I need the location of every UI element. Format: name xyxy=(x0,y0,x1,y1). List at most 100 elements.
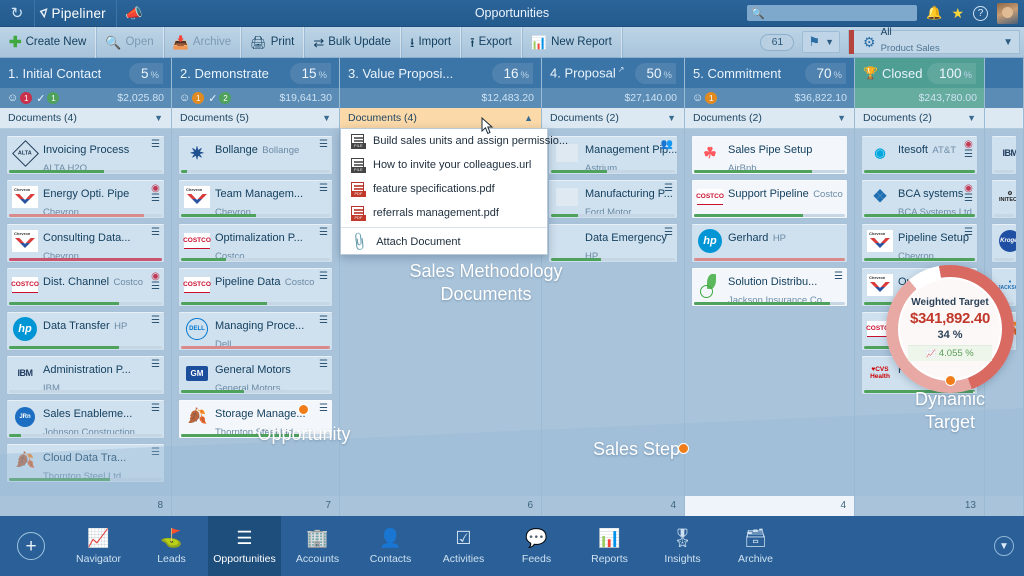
megaphone-icon[interactable]: 📣 xyxy=(117,5,151,22)
export-button[interactable]: ⭱ Export xyxy=(461,26,522,58)
gear-icon[interactable]: ⚙ xyxy=(863,34,876,51)
document-menu-item[interactable]: PDF referrals management.pdf xyxy=(341,201,547,225)
nav-item-contacts[interactable]: 👤 Contacts xyxy=(354,516,427,576)
menu-divider xyxy=(341,227,547,228)
bulk-update-button[interactable]: ⇄ Bulk Update xyxy=(304,26,401,58)
card-title: Itesoft xyxy=(898,144,928,156)
column-title: Closed xyxy=(881,65,923,81)
refresh-icon[interactable]: ↻ xyxy=(0,4,34,22)
opportunity-card[interactable]: ✷ Bollange Bollange ☰ xyxy=(178,135,333,175)
opportunity-card[interactable]: ◉ Itesoft AT&T ◉ ☰ xyxy=(861,135,978,175)
opportunity-card[interactable]: ☘ Sales Pipe Setup AirBnb xyxy=(691,135,848,175)
logo-costco: COSTCO xyxy=(696,189,724,205)
add-button[interactable]: + xyxy=(0,532,62,560)
documents-bar[interactable]: Documents (2) ▼ xyxy=(855,108,984,129)
chevron-down-icon[interactable]: ▼ xyxy=(993,37,1013,48)
column-header[interactable]: 🏆 Closed 100 % xyxy=(855,58,984,88)
import-button[interactable]: ⭳ Import xyxy=(401,26,462,58)
card-progress-fill xyxy=(9,478,110,481)
open-button[interactable]: 🔍 Open xyxy=(96,26,164,58)
documents-bar[interactable]: Documents (4) ▼ xyxy=(0,108,171,129)
nav-item-accounts[interactable]: 🏢 Accounts xyxy=(281,516,354,576)
card-text: Gerhard HP xyxy=(728,227,843,246)
documents-bar[interactable]: Documents (2) ▼ xyxy=(542,108,684,129)
opportunity-card[interactable]: Manufacturing P... Ford Motor ☰ xyxy=(548,179,678,219)
opportunity-card[interactable]: Data Emergency HP ☰ xyxy=(548,223,678,263)
opportunity-card[interactable]: JRn Sales Enableme... Johnson Constructi… xyxy=(6,399,165,439)
documents-bar[interactable] xyxy=(985,108,1023,129)
opportunity-card[interactable]: DELL Managing Proce... Dell ☰ xyxy=(178,311,333,351)
opportunity-card[interactable]: Chevron Consulting Data... Chevron ☰ xyxy=(6,223,165,263)
archive-button[interactable]: 📥 Archive xyxy=(164,26,242,58)
opportunity-card[interactable]: hp Gerhard HP xyxy=(691,223,848,263)
attach-document-label: Attach Document xyxy=(376,236,461,248)
documents-bar[interactable]: Documents (4) ▲ xyxy=(340,108,541,129)
logo-ford xyxy=(556,188,578,206)
document-menu-item[interactable]: FILE Build sales units and assign permis… xyxy=(341,129,568,153)
search-input[interactable] xyxy=(768,7,914,19)
documents-label: Documents (5) xyxy=(180,112,249,124)
nav-item-insights[interactable]: 🎖 Insights xyxy=(646,516,719,576)
help-icon[interactable]: ? xyxy=(973,5,988,21)
create-new-button[interactable]: ✚ Create New xyxy=(0,26,97,58)
feeds-icon: 💬 xyxy=(525,528,548,548)
card-title: General Motors xyxy=(215,364,291,376)
filter-selector[interactable]: ⚙ All Product Sales ▼ xyxy=(848,28,1020,54)
nav-item-activities[interactable]: ☑ Activities xyxy=(427,516,500,576)
filter-color-bar xyxy=(849,30,854,54)
nav-item-archive[interactable]: 🗃 Archive xyxy=(719,516,792,576)
opportunity-card[interactable]: ALTA Invoicing Process ALTA H2O ☰ xyxy=(6,135,165,175)
logo-gm: GM xyxy=(186,365,208,381)
nav-item-reports[interactable]: 📊 Reports xyxy=(573,516,646,576)
star-icon[interactable]: ★ xyxy=(951,5,964,22)
opportunity-card[interactable]: COSTCO Pipeline Data Costco ☰ xyxy=(178,267,333,307)
opportunity-card[interactable]: IBM xyxy=(991,135,1017,175)
flag-filter-button[interactable]: ⚑ ▼ xyxy=(802,31,840,53)
search-box[interactable]: 🔍 xyxy=(747,5,918,21)
opportunity-card[interactable]: Chevron Energy Opti. Pipe Chevron ◉ ☰ xyxy=(6,179,165,219)
column-header[interactable]: 3. Value Proposi... 16 % xyxy=(340,58,541,88)
card-title: Data Transfer xyxy=(43,320,110,332)
nav-item-feeds[interactable]: 💬 Feeds xyxy=(500,516,573,576)
attach-document-item[interactable]: 📎 Attach Document xyxy=(341,230,547,254)
opportunity-card[interactable]: COSTCO Support Pipeline Costco xyxy=(691,179,848,219)
opportunity-card[interactable]: Kroger xyxy=(991,223,1017,263)
document-menu-item[interactable]: FILE How to invite your colleagues.url xyxy=(341,153,547,177)
brand-logo[interactable]: ▿ Pipeliner xyxy=(34,0,117,27)
documents-bar[interactable]: Documents (2) ▼ xyxy=(685,108,854,129)
opportunity-card[interactable]: Chevron Pipeline Setup Chevron ☰ xyxy=(861,223,978,263)
nav-item-opportunities[interactable]: ☰ Opportunities xyxy=(208,516,281,576)
documents-dropdown-menu[interactable]: FILE Build sales units and assign permis… xyxy=(340,128,568,255)
opportunity-card[interactable]: hp Data Transfer HP ☰ xyxy=(6,311,165,351)
opportunity-card[interactable]: GM General Motors General Motors ☰ xyxy=(178,355,333,395)
card-progress-bar xyxy=(9,390,162,393)
opportunity-card[interactable]: 🍂 Cloud Data Tra... Thornton Steel Ltd. … xyxy=(6,443,165,483)
opportunity-card[interactable]: COSTCO Dist. Channel Costco ◉ ☰ xyxy=(6,267,165,307)
column-header[interactable]: 5. Commitment 70 % xyxy=(685,58,854,88)
chevron-down-icon: ▼ xyxy=(837,113,846,123)
column-header[interactable] xyxy=(985,58,1023,88)
documents-bar[interactable]: Documents (5) ▼ xyxy=(172,108,339,129)
opportunity-card[interactable]: COSTCO Optimalization P... Costco ☰ xyxy=(178,223,333,263)
nav-item-navigator[interactable]: 📈 Navigator xyxy=(62,516,135,576)
archive-icon: 📥 xyxy=(172,34,189,50)
bell-icon[interactable]: 🔔 xyxy=(926,5,942,21)
opportunity-card[interactable]: Solution Distribu... Jackson Insurance C… xyxy=(691,267,848,307)
print-button[interactable]: 🖨 Print xyxy=(241,26,305,58)
card-company: Costco xyxy=(284,277,315,288)
opportunity-card[interactable]: IBM Administration P... IBM ☰ xyxy=(6,355,165,395)
opportunity-card[interactable]: ⚙INITECH xyxy=(991,179,1017,219)
opportunity-card[interactable]: ❖ BCA systems BCA Systems Ltd. ◉ ☰ xyxy=(861,179,978,219)
document-menu-item[interactable]: PDF feature specifications.pdf xyxy=(341,177,547,201)
column-header[interactable]: 1. Initial Contact 5 % xyxy=(0,58,171,88)
nav-item-leads[interactable]: ⛳ Leads xyxy=(135,516,208,576)
column-header[interactable]: 2. Demonstrate 15 % xyxy=(172,58,339,88)
column-subheader xyxy=(985,88,1023,108)
avatar[interactable] xyxy=(997,2,1018,24)
column-header[interactable]: 4. Proposal ↗ 50 % xyxy=(542,58,684,88)
opportunity-card[interactable]: Chevron Team Managem... Chevron ☰ xyxy=(178,179,333,219)
collapse-button[interactable]: ▼ xyxy=(994,536,1014,556)
card-logo: Chevron xyxy=(866,227,894,255)
new-report-button[interactable]: 📊 New Report xyxy=(522,26,622,58)
dynamic-target-dial[interactable]: Weighted Target $341,892.40 34 % 📈 4.055… xyxy=(886,265,1014,393)
